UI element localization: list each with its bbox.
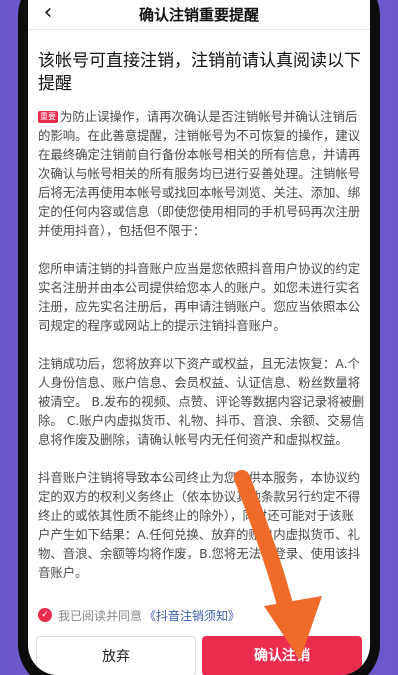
- notice-paragraph: 注销成功后，您将放弃以下资产或权益，且无法恢复：A.个人身份信息、账户信息、会员…: [38, 356, 365, 447]
- notice-paragraph: 抖音账户注销将导致本公司终止为您提供本服务，本协议约定的双方的权利义务终止（依本…: [38, 470, 361, 580]
- agreement-text: 我已阅读并同意: [58, 608, 143, 623]
- confirm-deactivate-button[interactable]: 确认注销: [202, 636, 362, 675]
- agreement-link[interactable]: 《抖音注销须知》: [144, 607, 240, 624]
- checkbox-checked-icon[interactable]: ✓: [38, 608, 52, 622]
- scroll-fade: [28, 575, 370, 603]
- warning-headline: 该帐号可直接注销，注销前请认真阅读以下提醒: [38, 51, 361, 94]
- important-badge: 重要: [38, 111, 58, 123]
- notice-paragraph: 重要 为防止误操作，请再次确认是否注销帐号并确认注销后的影响。在此善意提醒，注销帐…: [38, 109, 361, 238]
- cancel-button[interactable]: 放弃: [36, 636, 196, 675]
- nav-bar: ‹ 确认注销重要提醒: [28, 0, 370, 30]
- page-title: 确认注销重要提醒: [138, 6, 259, 24]
- agreement-row[interactable]: ✓ 我已阅读并同意 《抖音注销须知》: [38, 602, 368, 628]
- screen: ‹ 确认注销重要提醒 该帐号可直接注销，注销前请认真阅读以下提醒 重要 为防止误操…: [28, 0, 370, 675]
- notice-paragraph: 您所申请注销的抖音账户应当是您依照抖音用户协议的约定实名注册并由本公司提供给您本…: [38, 261, 361, 333]
- notice-content[interactable]: 重要 为防止误操作，请再次确认是否注销帐号并确认注销后的影响。在此善意提醒，注销帐…: [38, 107, 366, 599]
